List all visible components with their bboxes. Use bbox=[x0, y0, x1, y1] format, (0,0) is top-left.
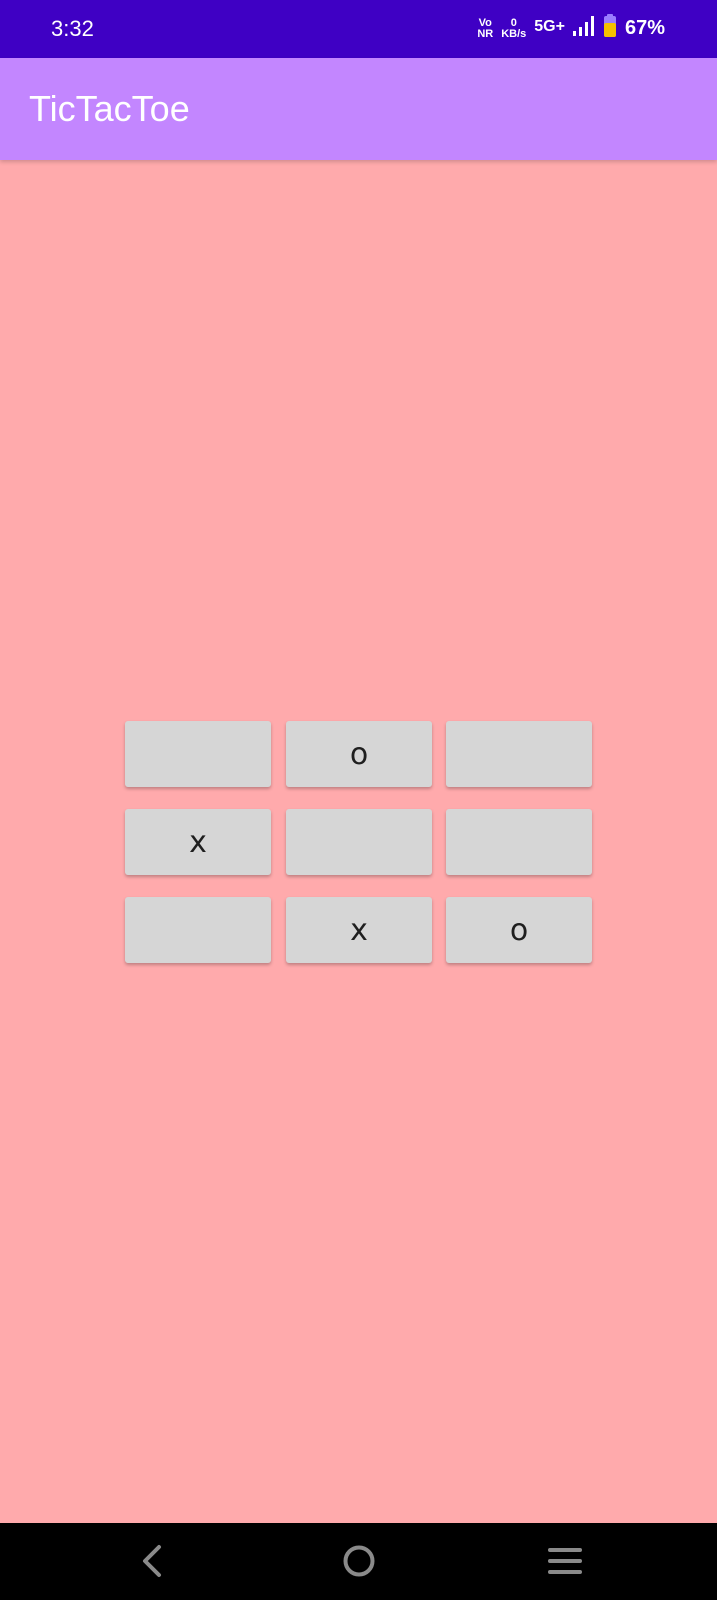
volte-top: Vo bbox=[478, 16, 492, 29]
app-title: TicTacToe bbox=[29, 88, 190, 129]
network-speed-unit: KB/s bbox=[501, 27, 527, 40]
volte-indicator: Vo NR bbox=[477, 16, 494, 40]
board-cell-4[interactable]: x bbox=[125, 809, 271, 875]
recents-button[interactable] bbox=[543, 1539, 587, 1583]
navigation-bar bbox=[0, 1523, 717, 1600]
status-time: 3:32 bbox=[51, 16, 94, 41]
board-cell-3[interactable] bbox=[446, 721, 592, 787]
battery-icon bbox=[603, 14, 617, 43]
board-cell-9[interactable]: o bbox=[446, 897, 592, 963]
network-speed: 0 KB/s bbox=[501, 16, 527, 40]
back-button[interactable] bbox=[131, 1539, 175, 1583]
board-cell-1[interactable] bbox=[125, 721, 271, 787]
status-bar: 3:32 Vo NR 0 KB/s 5G+ 67% bbox=[0, 0, 717, 58]
home-button[interactable] bbox=[337, 1539, 381, 1583]
status-icons: Vo NR 0 KB/s 5G+ 67% bbox=[477, 14, 665, 43]
board-cell-8[interactable]: x bbox=[286, 897, 432, 963]
back-icon bbox=[143, 1545, 161, 1577]
volte-bottom: NR bbox=[477, 27, 494, 40]
network-type: 5G+ bbox=[534, 17, 565, 35]
board-cell-5[interactable] bbox=[286, 809, 432, 875]
board-cell-7[interactable] bbox=[125, 897, 271, 963]
home-icon bbox=[343, 1545, 375, 1577]
app-bar: TicTacToe bbox=[0, 58, 717, 160]
recents-icon bbox=[548, 1548, 582, 1574]
board-cell-6[interactable] bbox=[446, 809, 592, 875]
signal-icon bbox=[572, 16, 595, 41]
board-cell-2[interactable]: o bbox=[286, 721, 432, 787]
network-speed-value: 0 bbox=[510, 16, 517, 29]
battery-percentage: 67% bbox=[624, 17, 665, 39]
